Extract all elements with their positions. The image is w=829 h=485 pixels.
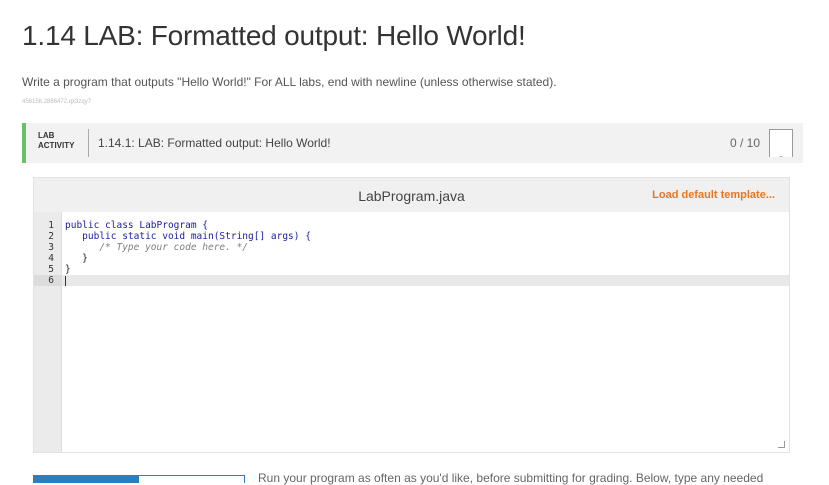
- code-line-text: /* Type your code here. */: [65, 242, 249, 253]
- page-title: 1.14 LAB: Formatted output: Hello World!: [22, 20, 526, 51]
- lab-activity-header: LAB ACTIVITY 1.14.1: LAB: Formatted outp…: [22, 123, 803, 163]
- code-line[interactable]: }: [62, 253, 789, 264]
- lab-header-divider: [88, 129, 89, 157]
- mode-tabs: [33, 475, 245, 483]
- code-line-text: public class LabProgram {: [65, 220, 208, 231]
- code-editor-panel: LabProgram.java Load default template...…: [33, 177, 790, 453]
- score-badge-icon: [769, 129, 793, 157]
- line-number: 4: [48, 253, 54, 264]
- run-instructions-text: Run your program as often as you'd like,…: [258, 471, 764, 485]
- code-line[interactable]: }: [62, 264, 789, 275]
- lab-activity-title: 1.14.1: LAB: Formatted output: Hello Wor…: [98, 136, 331, 150]
- code-line[interactable]: public static void main(String[] args) {: [62, 231, 789, 242]
- line-number: 1: [48, 220, 54, 231]
- line-number: 5: [48, 264, 54, 275]
- line-number: 3: [48, 242, 54, 253]
- code-line-text: }: [65, 264, 71, 275]
- code-line-active[interactable]: [62, 275, 789, 286]
- code-line-text: }: [65, 253, 88, 264]
- lab-tag-line2: ACTIVITY: [38, 141, 75, 150]
- tab-submit-mode[interactable]: [139, 476, 244, 483]
- reference-id: 456158.2886472.qx3zqy7: [22, 99, 92, 105]
- tab-develop-mode[interactable]: [34, 476, 139, 483]
- lab-activity-tag: LAB ACTIVITY: [38, 131, 74, 151]
- resize-handle-icon[interactable]: [778, 441, 785, 448]
- instructions-text: Write a program that outputs "Hello Worl…: [22, 75, 557, 89]
- score-text: 0 / 10: [729, 136, 760, 150]
- code-line[interactable]: /* Type your code here. */: [62, 242, 789, 253]
- line-number-gutter: 1 2 3 4 5 6: [34, 212, 62, 452]
- text-cursor: [65, 275, 66, 286]
- line-number: 2: [48, 231, 54, 242]
- code-line[interactable]: public class LabProgram {: [62, 220, 789, 231]
- lab-tag-line1: LAB: [38, 131, 55, 140]
- code-input-area[interactable]: public class LabProgram { public static …: [62, 212, 789, 452]
- line-number: 6: [34, 275, 61, 286]
- editor-toolbar: LabProgram.java Load default template...: [34, 178, 789, 212]
- code-line-text: public static void main(String[] args) {: [65, 231, 311, 242]
- load-default-template-link[interactable]: Load default template...: [652, 189, 775, 201]
